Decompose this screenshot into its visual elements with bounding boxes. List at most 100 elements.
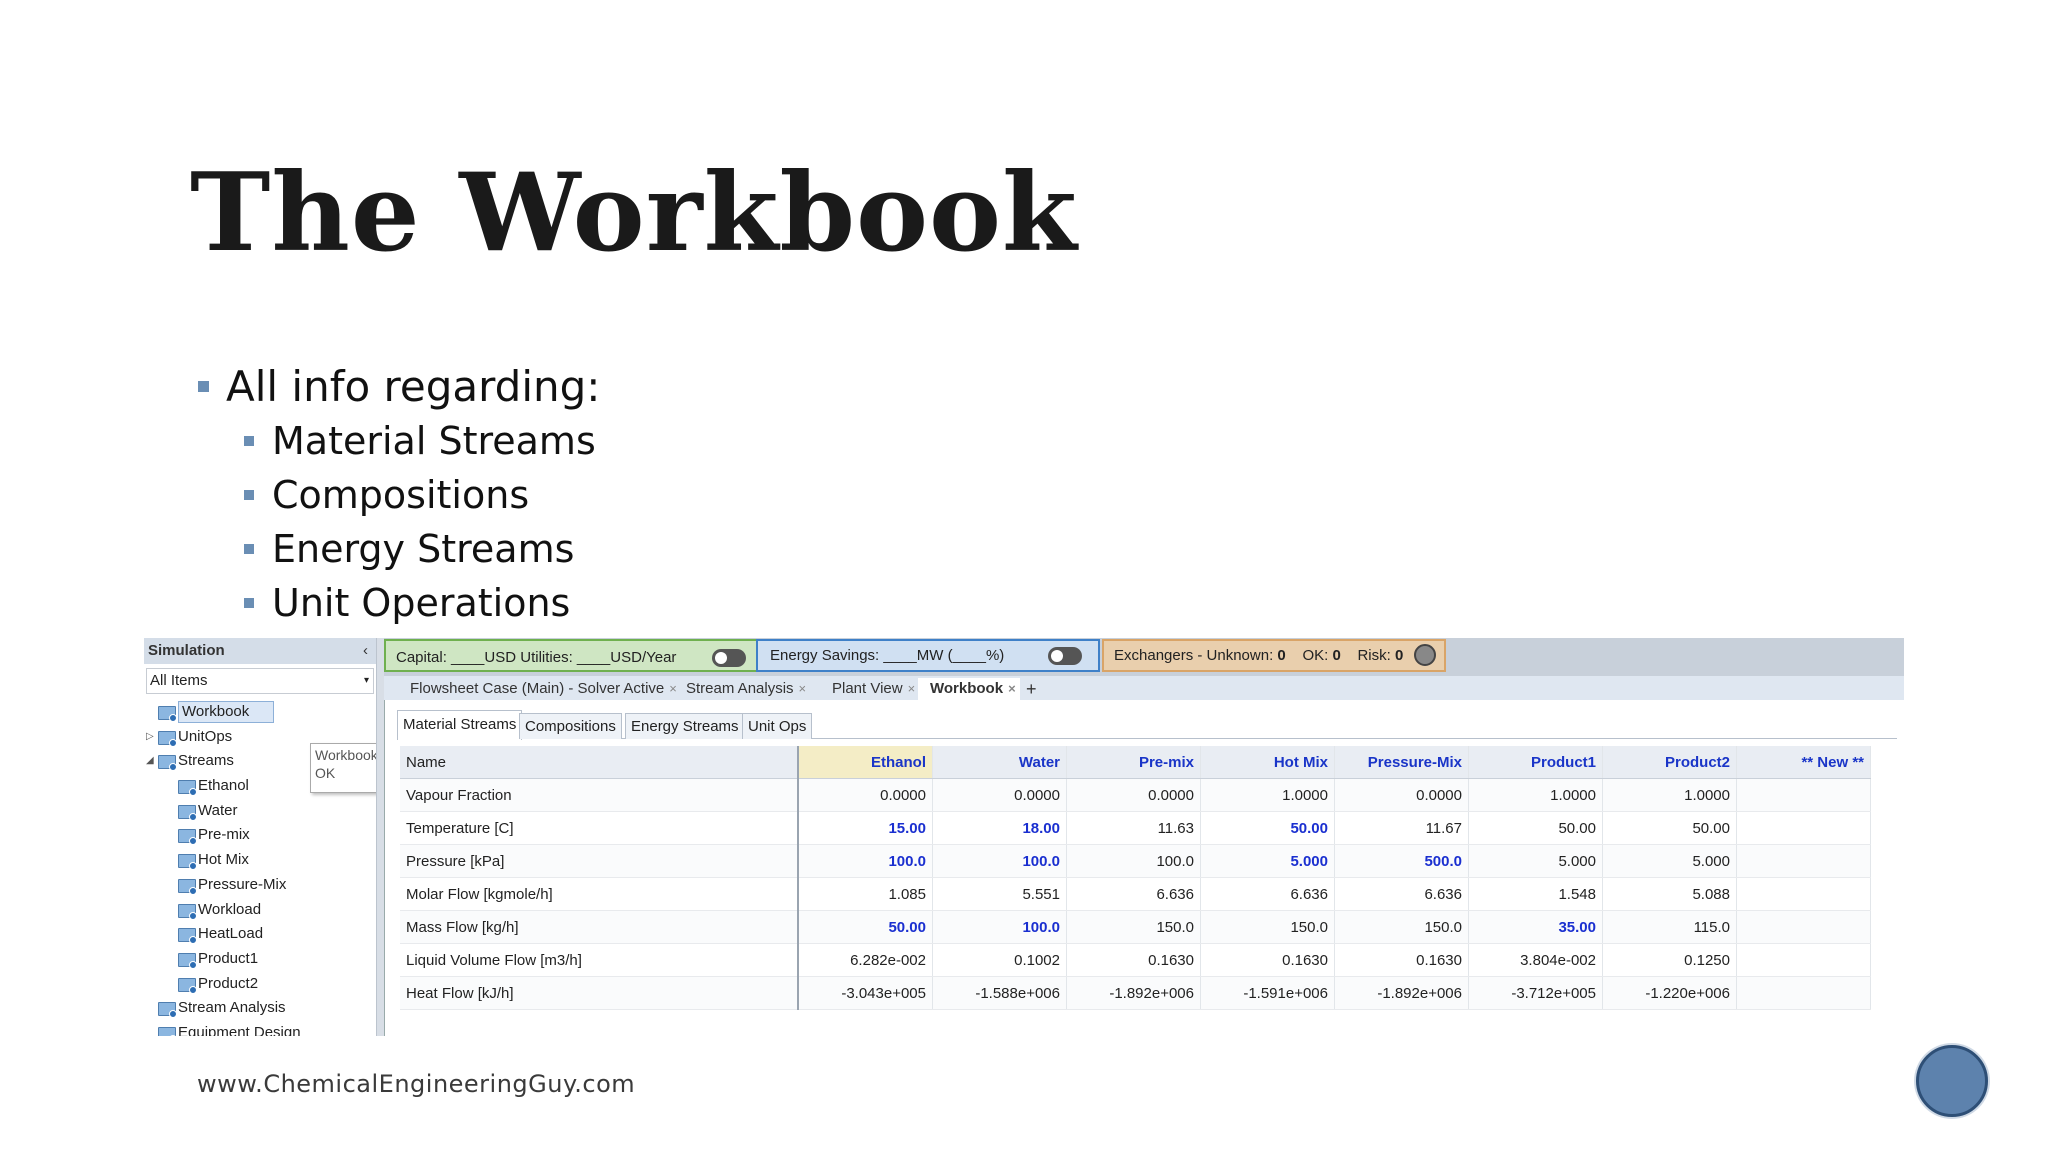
table-cell[interactable]: 1.085 bbox=[798, 877, 933, 911]
column-header[interactable]: Pressure-Mix bbox=[1334, 746, 1469, 779]
capital-toggle[interactable] bbox=[712, 649, 746, 667]
close-icon[interactable]: × bbox=[799, 681, 807, 696]
table-cell[interactable]: 1.548 bbox=[1468, 877, 1603, 911]
table-cell[interactable]: 50.00 bbox=[798, 910, 933, 944]
tab-plant-view[interactable]: Plant View × bbox=[820, 678, 919, 700]
tab-label: Workbook bbox=[930, 680, 1004, 697]
table-cell[interactable] bbox=[1736, 910, 1871, 944]
table-cell[interactable]: 100.0 bbox=[798, 844, 933, 878]
tree-item[interactable]: Stream Analysis bbox=[144, 996, 376, 1021]
tab-workbook[interactable]: Workbook × bbox=[918, 678, 1020, 700]
tree-item[interactable]: Water bbox=[144, 799, 376, 824]
table-cell[interactable]: 0.0000 bbox=[932, 778, 1067, 812]
close-icon[interactable]: × bbox=[908, 681, 916, 696]
table-cell[interactable]: 5.000 bbox=[1468, 844, 1603, 878]
table-cell[interactable]: 150.0 bbox=[1334, 910, 1469, 944]
energy-savings-panel[interactable]: Energy Savings: ____MW (____%) bbox=[756, 639, 1100, 672]
column-header[interactable]: Hot Mix bbox=[1200, 746, 1335, 779]
table-cell[interactable]: -3.043e+005 bbox=[798, 976, 933, 1010]
table-cell[interactable]: 0.1630 bbox=[1200, 943, 1335, 977]
table-cell[interactable] bbox=[1736, 877, 1871, 911]
tree-item[interactable]: Pre-mix bbox=[144, 823, 376, 848]
table-cell[interactable]: 3.804e-002 bbox=[1468, 943, 1603, 977]
tree-item[interactable]: Pressure-Mix bbox=[144, 873, 376, 898]
table-cell[interactable]: 18.00 bbox=[932, 811, 1067, 845]
table-cell[interactable]: 150.0 bbox=[1200, 910, 1335, 944]
table-cell[interactable]: -1.591e+006 bbox=[1200, 976, 1335, 1010]
close-icon[interactable]: × bbox=[1008, 681, 1016, 696]
table-cell[interactable]: 50.00 bbox=[1200, 811, 1335, 845]
exchangers-panel[interactable]: Exchangers - Unknown: 0 OK: 0 Risk: 0 bbox=[1102, 639, 1446, 672]
tab-unit-ops[interactable]: Unit Ops bbox=[742, 713, 813, 739]
tab-compositions[interactable]: Compositions bbox=[519, 713, 622, 739]
table-cell[interactable]: 11.67 bbox=[1334, 811, 1469, 845]
table-cell[interactable]: 35.00 bbox=[1468, 910, 1603, 944]
table-cell[interactable]: 5.000 bbox=[1200, 844, 1335, 878]
table-cell[interactable]: 0.1002 bbox=[932, 943, 1067, 977]
tab-stream-analysis[interactable]: Stream Analysis × bbox=[674, 678, 810, 700]
table-cell[interactable]: 5.551 bbox=[932, 877, 1067, 911]
column-header[interactable]: Ethanol bbox=[798, 746, 933, 779]
table-cell[interactable]: 11.63 bbox=[1066, 811, 1201, 845]
table-cell[interactable]: 50.00 bbox=[1468, 811, 1603, 845]
folder-icon bbox=[158, 730, 177, 747]
table-cell[interactable]: -1.588e+006 bbox=[932, 976, 1067, 1010]
table-cell[interactable]: -1.892e+006 bbox=[1334, 976, 1469, 1010]
tree-item[interactable]: Hot Mix bbox=[144, 848, 376, 873]
table-cell[interactable]: 150.0 bbox=[1066, 910, 1201, 944]
table-cell[interactable]: 0.1250 bbox=[1602, 943, 1737, 977]
table-cell[interactable]: 5.000 bbox=[1602, 844, 1737, 878]
table-cell[interactable]: 1.0000 bbox=[1200, 778, 1335, 812]
expander-icon[interactable]: ◢ bbox=[146, 749, 156, 774]
table-cell[interactable]: 100.0 bbox=[932, 844, 1067, 878]
table-cell[interactable] bbox=[1736, 811, 1871, 845]
collapse-icon[interactable]: ‹ bbox=[363, 638, 368, 664]
table-cell[interactable]: 0.0000 bbox=[1334, 778, 1469, 812]
workbook-view: Material Streams Compositions Energy Str… bbox=[384, 700, 1904, 1036]
column-header[interactable]: Product1 bbox=[1468, 746, 1603, 779]
table-cell[interactable]: -1.892e+006 bbox=[1066, 976, 1201, 1010]
expander-icon[interactable]: ▷ bbox=[146, 725, 156, 750]
navigator-filter-select[interactable]: All Items ▾ bbox=[146, 668, 374, 694]
table-cell[interactable]: 100.0 bbox=[1066, 844, 1201, 878]
table-cell[interactable] bbox=[1736, 943, 1871, 977]
column-header[interactable]: Pre-mix bbox=[1066, 746, 1201, 779]
tree-item[interactable]: HeatLoad bbox=[144, 922, 376, 947]
table-cell[interactable] bbox=[1736, 844, 1871, 878]
tab-flowsheet-case[interactable]: Flowsheet Case (Main) - Solver Active × bbox=[398, 678, 681, 700]
energy-toggle[interactable] bbox=[1048, 647, 1082, 665]
column-header[interactable]: Product2 bbox=[1602, 746, 1737, 779]
table-cell[interactable]: 6.282e-002 bbox=[798, 943, 933, 977]
table-cell[interactable]: -3.712e+005 bbox=[1468, 976, 1603, 1010]
table-cell[interactable]: 50.00 bbox=[1602, 811, 1737, 845]
tab-material-streams[interactable]: Material Streams bbox=[397, 710, 523, 740]
table-cell[interactable]: 6.636 bbox=[1334, 877, 1469, 911]
tree-item[interactable]: Product2 bbox=[144, 972, 376, 997]
tree-item[interactable]: Workbook bbox=[144, 700, 376, 725]
table-cell[interactable]: 1.0000 bbox=[1468, 778, 1603, 812]
table-cell[interactable]: 5.088 bbox=[1602, 877, 1737, 911]
table-cell[interactable] bbox=[1736, 976, 1871, 1010]
table-cell[interactable]: 500.0 bbox=[1334, 844, 1469, 878]
add-tab-icon[interactable]: + bbox=[1018, 678, 1045, 700]
target-icon[interactable] bbox=[1414, 644, 1436, 666]
table-cell[interactable]: 100.0 bbox=[932, 910, 1067, 944]
table-cell[interactable]: 1.0000 bbox=[1602, 778, 1737, 812]
table-cell[interactable]: 15.00 bbox=[798, 811, 933, 845]
table-cell[interactable]: 0.0000 bbox=[1066, 778, 1201, 812]
table-cell[interactable]: -1.220e+006 bbox=[1602, 976, 1737, 1010]
table-cell[interactable]: 0.0000 bbox=[798, 778, 933, 812]
table-cell[interactable]: 6.636 bbox=[1200, 877, 1335, 911]
tree-item[interactable]: Product1 bbox=[144, 947, 376, 972]
column-header[interactable]: Water bbox=[932, 746, 1067, 779]
table-cell[interactable]: 0.1630 bbox=[1334, 943, 1469, 977]
table-cell[interactable]: 115.0 bbox=[1602, 910, 1737, 944]
column-header[interactable]: ** New ** bbox=[1736, 746, 1871, 779]
capital-utilities-panel[interactable]: Capital: ____USD Utilities: ____USD/Year bbox=[384, 639, 760, 672]
table-cell[interactable]: 6.636 bbox=[1066, 877, 1201, 911]
tab-energy-streams[interactable]: Energy Streams bbox=[625, 713, 745, 739]
tree-item[interactable]: Workload bbox=[144, 898, 376, 923]
table-cell[interactable] bbox=[1736, 778, 1871, 812]
table-cell[interactable]: 0.1630 bbox=[1066, 943, 1201, 977]
tree-item[interactable]: Equipment Design bbox=[144, 1021, 376, 1036]
